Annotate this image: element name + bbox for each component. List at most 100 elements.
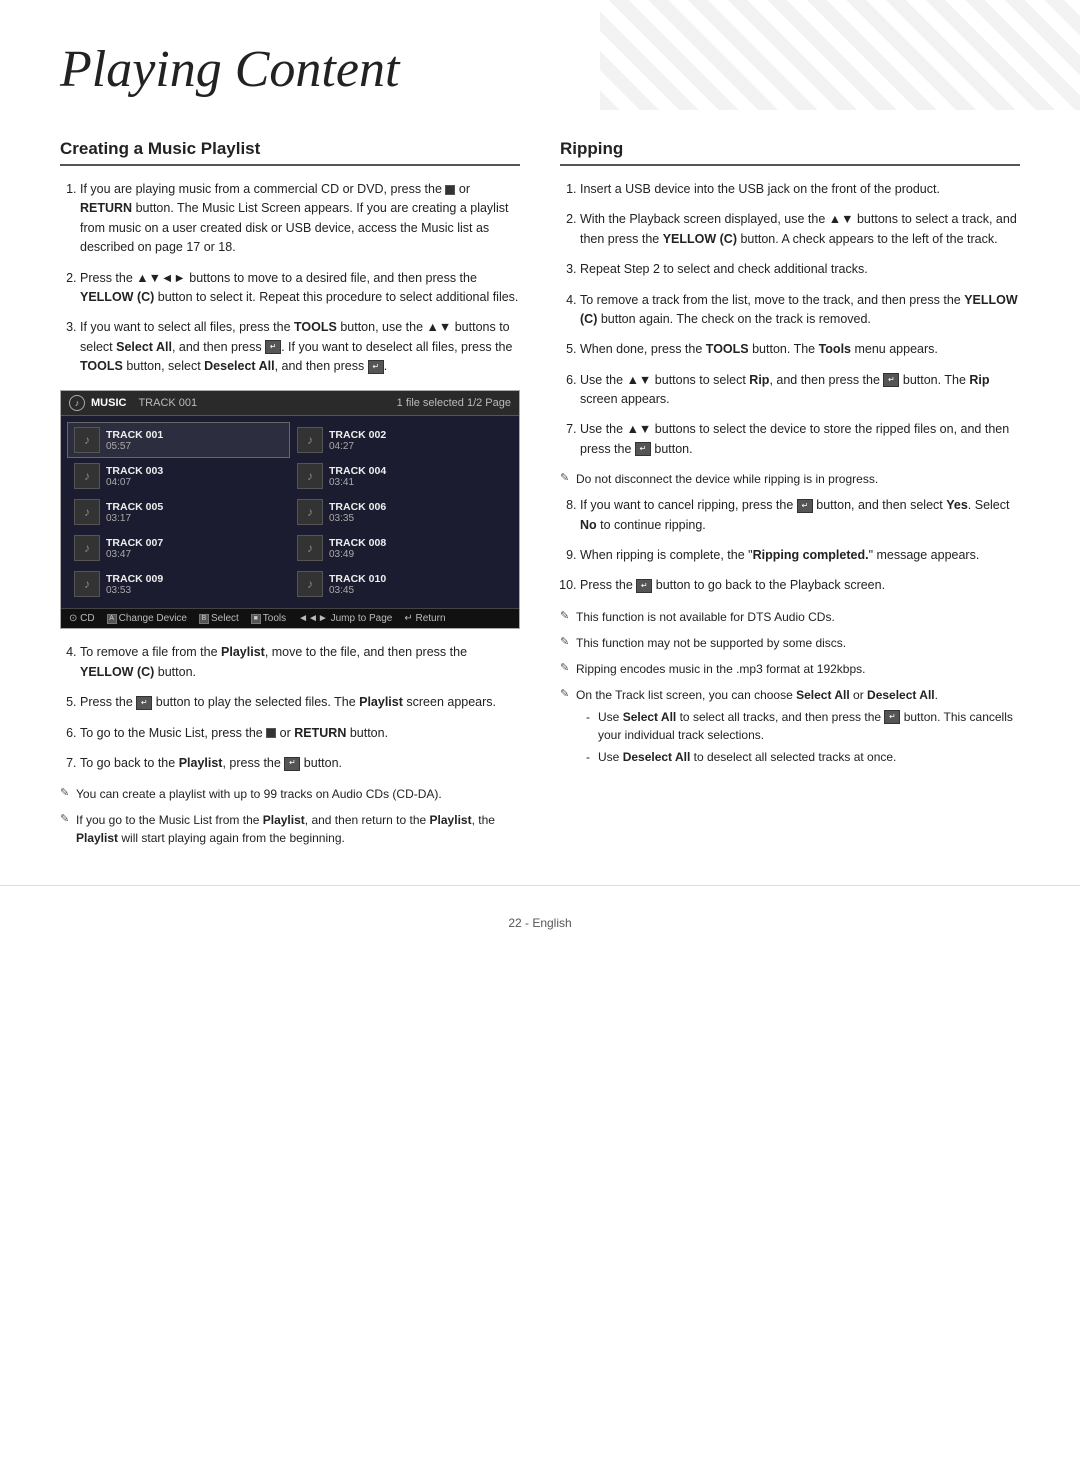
right-step-7: Use the ▲▼ buttons to select the device … xyxy=(580,420,1020,459)
track-time-009: 03:53 xyxy=(106,585,163,596)
right-note-selectall: On the Track list screen, you can choose… xyxy=(560,686,1020,766)
right-steps-list: Insert a USB device into the USB jack on… xyxy=(560,180,1020,459)
track-time-010: 03:45 xyxy=(329,585,386,596)
btn-a-icon: A xyxy=(107,614,117,624)
right-notes: This function is not available for DTS A… xyxy=(560,608,1020,766)
left-step-3: If you want to select all files, press t… xyxy=(80,318,520,376)
right-step-4: To remove a track from the list, move to… xyxy=(580,291,1020,330)
screen-mockup: ♪ MUSIC TRACK 001 1 file selected 1/2 Pa… xyxy=(60,390,520,629)
right-note-mp3: Ripping encodes music in the .mp3 format… xyxy=(560,660,1020,678)
content-area: Creating a Music Playlist If you are pla… xyxy=(0,139,1080,855)
track-item-009: TRACK 009 03:53 xyxy=(67,566,290,602)
track-item-007: TRACK 007 03:47 xyxy=(67,530,290,566)
footer-change-device-label: Change Device xyxy=(119,613,187,624)
enter-btn-r8: ↵ xyxy=(797,499,813,513)
right-steps-list-2: If you want to cancel ripping, press the… xyxy=(560,496,1020,596)
track-thumb-004 xyxy=(297,463,323,489)
right-note-supported: This function may not be supported by so… xyxy=(560,634,1020,652)
left-step-1: If you are playing music from a commerci… xyxy=(80,180,520,258)
right-step-2: With the Playback screen displayed, use … xyxy=(580,210,1020,249)
footer-jump: ◄◄► Jump to Page xyxy=(298,613,392,624)
header: Playing Content xyxy=(0,0,1080,139)
enter-btn-icon2: ↵ xyxy=(368,360,384,374)
track-thumb-001 xyxy=(74,427,100,453)
left-step-4: To remove a file from the Playlist, move… xyxy=(80,643,520,682)
left-step-2: Press the ▲▼◄► buttons to move to a desi… xyxy=(80,269,520,308)
track-item-003: TRACK 003 04:07 xyxy=(67,458,290,494)
left-step-7: To go back to the Playlist, press the ↵ … xyxy=(80,754,520,773)
enter-btn-r7: ↵ xyxy=(635,442,651,456)
track-name-010: TRACK 010 xyxy=(329,573,386,585)
footer-select: B Select xyxy=(199,613,239,624)
right-step-3: Repeat Step 2 to select and check additi… xyxy=(580,260,1020,279)
screen-music-label: MUSIC xyxy=(91,397,126,409)
left-step-5: Press the ↵ button to play the selected … xyxy=(80,693,520,712)
track-info-004: TRACK 004 03:41 xyxy=(329,465,386,488)
track-thumb-003 xyxy=(74,463,100,489)
track-item-005: TRACK 005 03:17 xyxy=(67,494,290,530)
track-info-002: TRACK 002 04:27 xyxy=(329,429,386,452)
right-subitem-selectall: Use Select All to select all tracks, and… xyxy=(586,708,1020,744)
right-step-5: When done, press the TOOLS button. The T… xyxy=(580,340,1020,359)
footer-change-device: A Change Device xyxy=(107,613,187,624)
track-info-007: TRACK 007 03:47 xyxy=(106,537,163,560)
footer-tools-label: Tools xyxy=(263,613,286,624)
right-step-6: Use the ▲▼ buttons to select Rip, and th… xyxy=(580,371,1020,410)
left-steps-list: If you are playing music from a commerci… xyxy=(60,180,520,376)
enter-btn-sa: ↵ xyxy=(884,710,900,724)
track-item-008: TRACK 008 03:49 xyxy=(290,530,513,566)
track-time-002: 04:27 xyxy=(329,441,386,452)
track-name-005: TRACK 005 xyxy=(106,501,163,513)
track-thumb-009 xyxy=(74,571,100,597)
track-info-006: TRACK 006 03:35 xyxy=(329,501,386,524)
track-name-008: TRACK 008 xyxy=(329,537,386,549)
track-info-008: TRACK 008 03:49 xyxy=(329,537,386,560)
right-note-disconnect: Do not disconnect the device while rippi… xyxy=(560,470,1020,488)
left-notes: You can create a playlist with up to 99 … xyxy=(60,785,520,847)
track-thumb-008 xyxy=(297,535,323,561)
screen-track-label: TRACK 001 xyxy=(138,397,197,409)
enter-btn-icon4: ↵ xyxy=(284,757,300,771)
track-time-008: 03:49 xyxy=(329,549,386,560)
track-info-005: TRACK 005 03:17 xyxy=(106,501,163,524)
right-note-dts: This function is not available for DTS A… xyxy=(560,608,1020,626)
track-name-009: TRACK 009 xyxy=(106,573,163,585)
track-name-004: TRACK 004 xyxy=(329,465,386,477)
track-name-002: TRACK 002 xyxy=(329,429,386,441)
track-time-003: 04:07 xyxy=(106,477,163,488)
footer-select-label: Select xyxy=(211,613,239,624)
right-step-9: When ripping is complete, the "Ripping c… xyxy=(580,546,1020,565)
track-time-006: 03:35 xyxy=(329,513,386,524)
enter-btn-icon: ↵ xyxy=(265,340,281,354)
track-thumb-007 xyxy=(74,535,100,561)
btn-stop-icon: ■ xyxy=(251,614,261,624)
enter-btn-r6: ↵ xyxy=(883,373,899,387)
track-name-001: TRACK 001 xyxy=(106,429,163,441)
track-thumb-005 xyxy=(74,499,100,525)
footer-cd-label: ⊙ CD xyxy=(69,613,95,624)
track-info-009: TRACK 009 03:53 xyxy=(106,573,163,596)
enter-btn-r10: ↵ xyxy=(636,579,652,593)
left-section-title: Creating a Music Playlist xyxy=(60,139,520,166)
track-info-010: TRACK 010 03:45 xyxy=(329,573,386,596)
track-time-001: 05:57 xyxy=(106,441,163,452)
track-item-006: TRACK 006 03:35 xyxy=(290,494,513,530)
track-time-007: 03:47 xyxy=(106,549,163,560)
right-subitem-deselectall: Use Deselect All to deselect all selecte… xyxy=(586,748,1020,766)
track-info-001: TRACK 001 05:57 xyxy=(106,429,163,452)
right-step-10: Press the ↵ button to go back to the Pla… xyxy=(580,576,1020,595)
track-item-004: TRACK 004 03:41 xyxy=(290,458,513,494)
page-title: Playing Content xyxy=(60,40,1020,99)
left-note-1: You can create a playlist with up to 99 … xyxy=(60,785,520,803)
track-thumb-010 xyxy=(297,571,323,597)
footer-tools: ■ Tools xyxy=(251,613,286,624)
music-screen-icon: ♪ xyxy=(69,395,85,411)
screen-header: ♪ MUSIC TRACK 001 1 file selected 1/2 Pa… xyxy=(61,391,519,416)
screen-footer: ⊙ CD A Change Device B Select ■ Tools ◄◄… xyxy=(61,608,519,628)
stop-icon2 xyxy=(266,728,276,738)
screen-header-left: ♪ MUSIC TRACK 001 xyxy=(69,395,197,411)
track-item-002: TRACK 002 04:27 xyxy=(290,422,513,458)
track-time-005: 03:17 xyxy=(106,513,163,524)
footer-return: ↵ Return xyxy=(404,613,445,624)
track-item-010: TRACK 010 03:45 xyxy=(290,566,513,602)
